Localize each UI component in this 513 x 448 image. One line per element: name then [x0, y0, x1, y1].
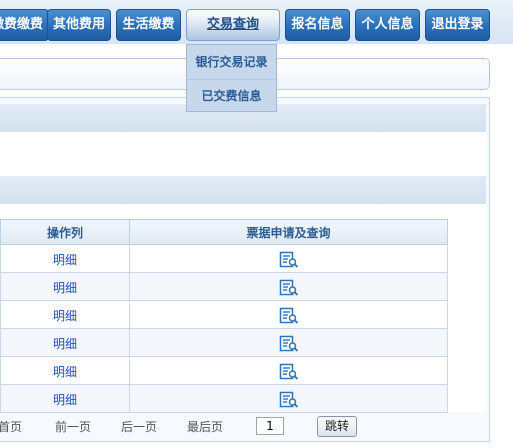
- first-page-link[interactable]: 首页: [0, 418, 22, 435]
- action-cell: 明细: [0, 272, 130, 301]
- receipt-search-icon[interactable]: [279, 251, 299, 268]
- next-page-link[interactable]: 后一页: [121, 418, 157, 435]
- receipt-cell: [129, 356, 448, 385]
- receipt-search-icon[interactable]: [279, 335, 299, 352]
- page: 缴费缴费 其他费用 生活缴费 交易查询 报名信息 个人信息 退出登录 操作列 票…: [0, 0, 513, 448]
- table-row: 明细: [0, 328, 448, 357]
- table-row: 明细: [0, 384, 448, 413]
- top-nav-bar: 缴费缴费 其他费用 生活缴费 交易查询 报名信息 个人信息 退出登录: [0, 0, 513, 44]
- section-body: [0, 132, 486, 176]
- detail-link[interactable]: 明细: [53, 309, 77, 323]
- receipt-search-icon[interactable]: [279, 307, 299, 324]
- action-cell: 明细: [0, 300, 130, 329]
- receipt-search-icon[interactable]: [279, 363, 299, 380]
- table-row: 明细: [0, 356, 448, 385]
- receipt-cell: [129, 384, 448, 413]
- nav-tab-registration-info[interactable]: 报名信息: [285, 9, 350, 41]
- nav-tab-logout[interactable]: 退出登录: [425, 9, 490, 41]
- detail-link[interactable]: 明细: [53, 253, 77, 267]
- receipt-cell: [129, 272, 448, 301]
- receipt-cell: [129, 328, 448, 357]
- table-row: 明细: [0, 272, 448, 301]
- nav-tab-other-fees[interactable]: 其他费用: [47, 9, 111, 41]
- nav-tab-fee-payment[interactable]: 缴费缴费: [0, 9, 49, 41]
- column-header-action: 操作列: [0, 219, 130, 245]
- last-page-link[interactable]: 最后页: [187, 418, 223, 435]
- action-cell: 明细: [0, 384, 130, 413]
- payment-table: 操作列 票据申请及查询 明细 明细 明细 明细 明细 明细: [0, 219, 448, 413]
- menu-item-paid-info[interactable]: 已交费信息: [187, 79, 276, 113]
- receipt-cell: [129, 300, 448, 329]
- receipt-search-icon[interactable]: [279, 391, 299, 408]
- detail-link[interactable]: 明细: [53, 393, 77, 407]
- prev-page-link[interactable]: 前一页: [55, 418, 91, 435]
- receipt-cell: [129, 244, 448, 273]
- detail-link[interactable]: 明细: [53, 281, 77, 295]
- transaction-query-dropdown: 银行交易记录 已交费信息: [186, 44, 277, 112]
- menu-item-bank-transactions[interactable]: 银行交易记录: [187, 46, 276, 79]
- action-cell: 明细: [0, 328, 130, 357]
- nav-tab-personal-info[interactable]: 个人信息: [355, 9, 420, 41]
- action-cell: 明细: [0, 356, 130, 385]
- nav-tab-living-payment[interactable]: 生活缴费: [116, 9, 181, 41]
- nav-tab-transaction-query[interactable]: 交易查询: [186, 9, 280, 41]
- column-header-receipt: 票据申请及查询: [129, 219, 448, 245]
- table-row: 明细: [0, 244, 448, 273]
- table-body: 明细 明细 明细 明细 明细 明细: [0, 244, 448, 413]
- section-header: [0, 176, 486, 204]
- table-row: 明细: [0, 300, 448, 329]
- jump-button[interactable]: 跳转: [317, 416, 357, 437]
- detail-link[interactable]: 明细: [53, 365, 77, 379]
- receipt-search-icon[interactable]: [279, 279, 299, 296]
- detail-link[interactable]: 明细: [53, 337, 77, 351]
- page-number-input[interactable]: [256, 417, 284, 435]
- action-cell: 明细: [0, 244, 130, 273]
- table-header-row: 操作列 票据申请及查询: [0, 219, 448, 245]
